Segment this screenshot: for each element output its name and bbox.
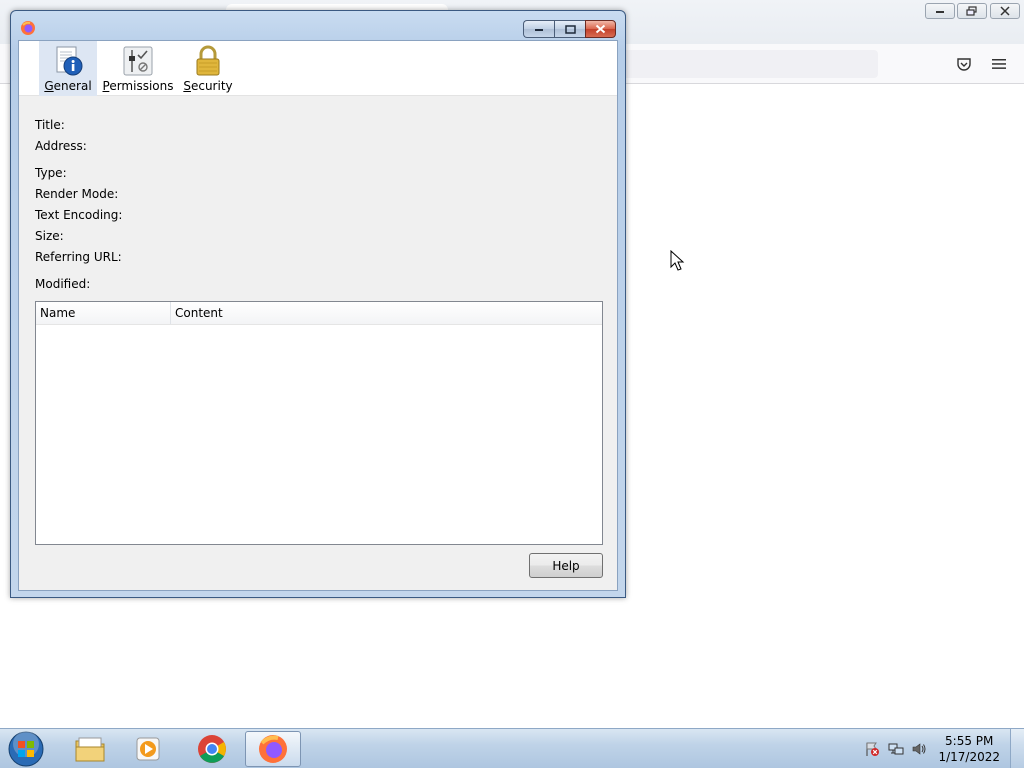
chrome-icon xyxy=(198,735,226,763)
referring-url-label: Referring URL: xyxy=(35,250,122,264)
dialog-caption-buttons xyxy=(523,20,616,38)
title-label: Title: xyxy=(35,118,65,132)
start-button[interactable] xyxy=(6,730,46,768)
pocket-button[interactable] xyxy=(955,55,973,73)
firefox-icon xyxy=(259,735,287,763)
media-player-icon xyxy=(136,737,160,761)
browser-close-button[interactable] xyxy=(990,3,1020,19)
system-tray: 5:55 PM 1/17/2022 xyxy=(844,729,1024,768)
volume-icon[interactable] xyxy=(911,741,927,757)
close-icon xyxy=(595,24,606,34)
maximize-icon xyxy=(564,24,576,34)
mouse-cursor-icon xyxy=(670,250,685,271)
help-button[interactable]: Help xyxy=(529,553,603,578)
browser-restore-button[interactable] xyxy=(957,3,987,19)
tab-security-label: Security xyxy=(183,79,233,93)
taskbar: 5:55 PM 1/17/2022 xyxy=(0,728,1024,768)
clock-time: 5:55 PM xyxy=(945,734,994,748)
action-center-flag-icon[interactable] xyxy=(864,741,880,757)
folder-icon xyxy=(75,737,105,762)
page-info-tabs: General Permissions Security xyxy=(19,41,617,96)
address-label: Address: xyxy=(35,139,87,153)
close-icon xyxy=(1000,6,1010,16)
pocket-icon xyxy=(957,58,971,71)
clock-date: 1/17/2022 xyxy=(938,750,1000,764)
firefox-icon xyxy=(21,21,35,35)
dialog-close-button[interactable] xyxy=(585,20,616,38)
tab-general-label: General xyxy=(44,79,92,93)
text-encoding-label: Text Encoding: xyxy=(35,208,123,222)
tab-permissions-label: Permissions xyxy=(102,79,174,93)
size-label: Size: xyxy=(35,229,64,243)
tab-general[interactable]: General xyxy=(39,41,97,96)
hamburger-menu-icon xyxy=(992,59,1006,69)
taskbar-clock[interactable]: 5:55 PM 1/17/2022 xyxy=(938,733,1000,765)
column-header-content[interactable]: Content xyxy=(171,302,602,324)
tab-security[interactable]: Security xyxy=(183,41,233,96)
taskbar-file-explorer[interactable] xyxy=(62,731,118,767)
type-label: Type: xyxy=(35,166,67,180)
dialog-maximize-button[interactable] xyxy=(554,20,585,38)
render-mode-label: Render Mode: xyxy=(35,187,119,201)
browser-minimize-button[interactable] xyxy=(925,3,955,19)
meta-table-header: Name Content xyxy=(36,302,602,325)
taskbar-firefox[interactable] xyxy=(245,731,301,767)
restore-icon xyxy=(966,6,977,16)
meta-tags-table[interactable]: Name Content xyxy=(35,301,603,545)
show-desktop-button[interactable] xyxy=(1010,729,1024,768)
taskbar-media-player[interactable] xyxy=(121,731,177,767)
info-document-icon xyxy=(56,46,83,76)
column-header-name[interactable]: Name xyxy=(36,302,171,324)
app-menu-button[interactable] xyxy=(990,55,1008,73)
padlock-icon xyxy=(196,45,220,76)
minimize-icon xyxy=(535,29,543,31)
modified-label: Modified: xyxy=(35,277,91,291)
page-info-dialog: General Permissions Security Title: Addr… xyxy=(10,10,626,598)
dialog-client-area: General Permissions Security Title: Addr… xyxy=(18,40,618,591)
permissions-icon xyxy=(123,46,153,76)
minimize-icon xyxy=(936,11,944,13)
dialog-minimize-button[interactable] xyxy=(523,20,554,38)
url-bar[interactable] xyxy=(620,50,878,78)
network-icon[interactable] xyxy=(888,741,904,757)
taskbar-chrome[interactable] xyxy=(184,731,240,767)
tab-permissions[interactable]: Permissions xyxy=(102,41,174,96)
